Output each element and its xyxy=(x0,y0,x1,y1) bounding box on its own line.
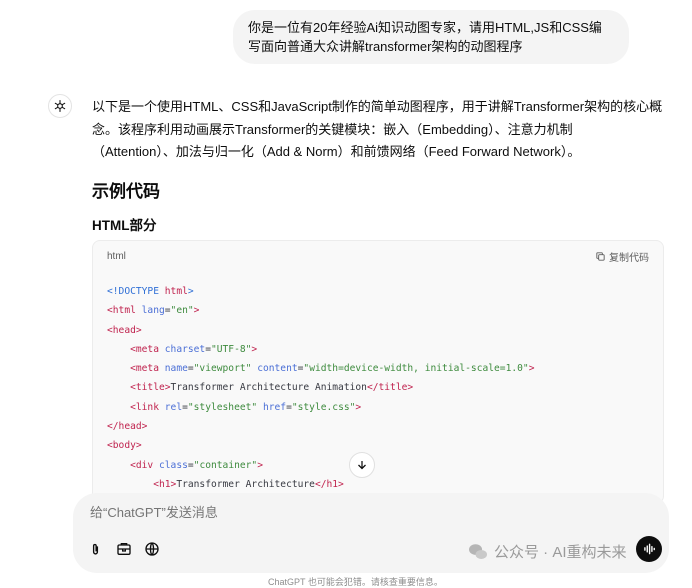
user-message-bubble: 你是一位有20年经验Ai知识动图专家，请用HTML,JS和CSS编写面向普通大众… xyxy=(233,10,629,64)
code-token: name xyxy=(164,363,188,375)
code-line: <!DOCTYPE html> xyxy=(107,282,649,301)
code-token: html xyxy=(164,286,188,297)
code-token: charset xyxy=(164,343,206,355)
code-line: <body> xyxy=(107,436,649,455)
code-token: <!DOCTYPE xyxy=(107,286,165,297)
assistant-intro: 以下是一个使用HTML、CSS和JavaScript制作的简单动图程序，用于讲解… xyxy=(92,96,670,164)
code-token: content xyxy=(257,363,298,375)
section-subheading: HTML部分 xyxy=(92,218,157,233)
code-line: <meta charset="UTF-8"> xyxy=(107,340,649,359)
code-token: <div xyxy=(130,459,159,471)
code-token: <meta xyxy=(130,363,165,375)
code-token: "viewport" xyxy=(193,363,252,375)
code-token: </head> xyxy=(107,421,148,433)
code-token: "en" xyxy=(170,305,194,317)
code-line: <div class="container"> xyxy=(107,456,649,475)
code-token: Transformer Architecture Animation xyxy=(170,382,367,394)
code-token: > xyxy=(257,459,263,471)
message-input[interactable] xyxy=(88,504,532,521)
code-token: <head> xyxy=(107,324,142,336)
intro-line: （Attention）、加法与归一化（Add & Norm）和前馈网络（Feed… xyxy=(92,144,581,159)
wechat-icon xyxy=(469,543,487,559)
code-line: <h1>Transformer Architecture</h1> xyxy=(107,475,649,494)
copy-icon xyxy=(596,251,605,261)
code-token: lang xyxy=(141,305,165,317)
intro-line: 念。该程序利用动画展示Transformer的关键模块：嵌入（Embedding… xyxy=(92,121,573,137)
globe-icon[interactable] xyxy=(143,540,161,558)
user-message-text: 你是一位有20年经验Ai知识动图专家，请用HTML,JS和CSS编写面向普通大众… xyxy=(248,20,602,54)
code-token: <h1> xyxy=(153,478,177,490)
code-token: > xyxy=(251,343,258,355)
paperclip-icon[interactable] xyxy=(86,540,104,558)
section-heading: 示例代码 xyxy=(92,182,160,201)
code-token: > xyxy=(528,363,535,375)
code-block-header: html 复制代码 xyxy=(93,241,663,271)
code-token: <link xyxy=(130,401,165,413)
code-line: <link rel="stylesheet" href="style.css"> xyxy=(107,398,649,417)
code-content: <!DOCTYPE html> <html lang="en"> <head> <m… xyxy=(93,271,663,494)
copy-code-button[interactable]: 复制代码 xyxy=(595,249,649,264)
arrow-down-icon xyxy=(358,461,366,470)
intro-line: 以下是一个使用HTML、CSS和JavaScript制作的简单动图程序，用于讲解… xyxy=(92,99,663,114)
code-token: "style.css" xyxy=(291,401,356,413)
disclaimer-text: ChatGPT 也可能会犯错。请核查重要信息。 xyxy=(268,577,443,587)
code-token: <body> xyxy=(107,440,142,452)
code-token: </title> xyxy=(366,382,414,394)
code-token: > xyxy=(187,286,194,297)
code-token: rel xyxy=(164,401,183,413)
code-line: <head> xyxy=(107,321,649,340)
code-line: <html lang="en"> xyxy=(107,301,649,320)
toolbox-icon[interactable] xyxy=(115,540,133,558)
code-token: href xyxy=(262,401,287,413)
code-token: Transformer Architecture xyxy=(176,478,315,490)
code-line: <meta name="viewport" content="width=dev… xyxy=(107,359,649,378)
scroll-to-bottom-button[interactable] xyxy=(349,452,375,478)
code-token: </h1> xyxy=(314,478,344,490)
code-block: html 复制代码 <!DOCTYPE html> <html lang="en"… xyxy=(92,240,664,504)
openai-logo-icon xyxy=(48,94,72,118)
code-language-label: html xyxy=(107,250,126,262)
code-token: "container" xyxy=(193,459,258,471)
copy-code-label: 复制代码 xyxy=(609,252,649,264)
code-token: <title> xyxy=(130,382,171,394)
code-token: <meta xyxy=(130,343,165,355)
watermark-text: 公众号 · AI重构未来 xyxy=(494,544,627,561)
code-token: "UTF-8" xyxy=(210,343,252,355)
code-token: > xyxy=(193,305,200,317)
voice-wave-icon xyxy=(644,543,655,555)
code-token: > xyxy=(355,401,362,413)
code-token: class xyxy=(159,459,188,471)
code-token: "width=device-width, initial-scale=1.0" xyxy=(303,363,529,375)
code-line: <title>Transformer Architecture Animatio… xyxy=(107,378,649,397)
watermark: 公众号 · AI重构未来 xyxy=(468,541,627,562)
code-line: </head> xyxy=(107,417,649,436)
voice-mode-button[interactable] xyxy=(636,536,662,562)
code-token: <html xyxy=(107,305,142,317)
code-token: "stylesheet" xyxy=(187,401,258,413)
